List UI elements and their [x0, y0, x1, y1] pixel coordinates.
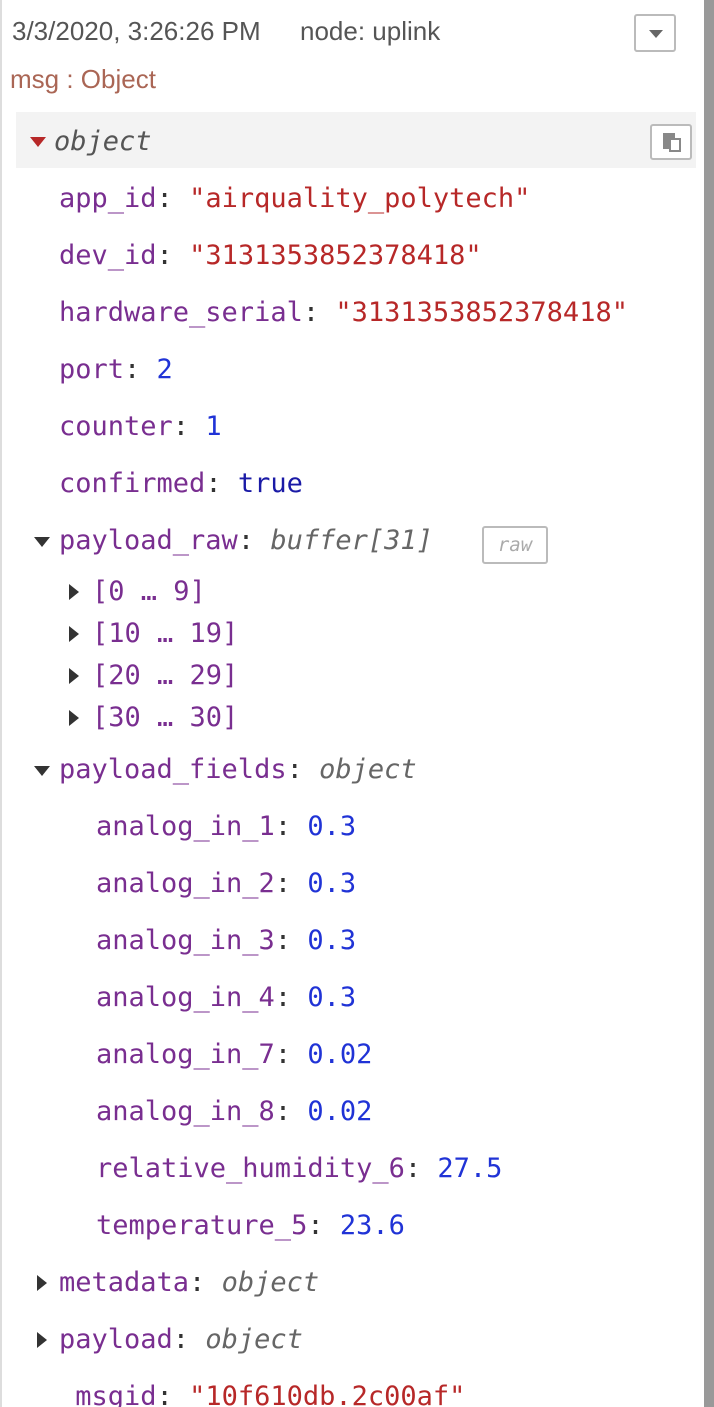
- triangle-right-icon[interactable]: [69, 584, 79, 600]
- property-row-port[interactable]: port: 2: [59, 352, 173, 388]
- buffer-range-item[interactable]: [20 … 29]: [92, 658, 238, 694]
- property-value: 0.3: [307, 925, 357, 956]
- property-row-app-id[interactable]: app_id: "airquality_polytech": [59, 181, 530, 217]
- buffer-range-item[interactable]: [10 … 19]: [92, 616, 238, 652]
- property-value: "3131353852378418": [189, 240, 482, 271]
- property-key: app_id: [59, 183, 157, 214]
- property-value: 2: [156, 354, 173, 385]
- property-row-metadata[interactable]: metadata: object: [59, 1265, 319, 1301]
- payload-field-row[interactable]: relative_humidity_6: 27.5: [96, 1151, 502, 1187]
- chevron-down-icon: [649, 30, 663, 38]
- property-type: object: [221, 1267, 320, 1298]
- triangle-right-icon[interactable]: [37, 1275, 47, 1291]
- property-type: object: [319, 754, 417, 785]
- property-key: analog_in_7: [96, 1039, 275, 1070]
- sidebar-scrollbar[interactable]: [704, 0, 714, 1407]
- payload-field-row[interactable]: analog_in_8: 0.02: [96, 1094, 372, 1130]
- property-key: dev_id: [59, 240, 157, 271]
- property-key: analog_in_3: [96, 925, 275, 956]
- payload-field-row[interactable]: analog_in_4: 0.3: [96, 980, 356, 1016]
- triangle-right-icon[interactable]: [69, 710, 79, 726]
- property-key: payload_raw: [59, 525, 238, 556]
- message-menu-button[interactable]: [634, 14, 676, 52]
- property-key: port: [59, 354, 125, 385]
- property-row-confirmed[interactable]: confirmed: true: [59, 466, 303, 502]
- property-row-hardware-serial[interactable]: hardware_serial: "3131353852378418": [59, 295, 628, 331]
- buffer-range-item[interactable]: [0 … 9]: [92, 574, 206, 610]
- property-key: counter: [59, 411, 173, 442]
- property-type: object: [205, 1324, 303, 1355]
- property-key: _msgid: [59, 1381, 157, 1407]
- copy-value-button[interactable]: [650, 124, 692, 160]
- property-value: 23.6: [339, 1210, 405, 1241]
- triangle-right-icon[interactable]: [69, 626, 79, 642]
- property-key: analog_in_2: [96, 868, 275, 899]
- triangle-down-icon[interactable]: [34, 537, 50, 547]
- raw-format-toggle-button[interactable]: raw: [482, 526, 548, 564]
- property-key: hardware_serial: [59, 297, 303, 328]
- message-timestamp: 3/3/2020, 3:26:26 PM: [12, 16, 261, 46]
- property-key: temperature_5: [96, 1210, 308, 1241]
- property-value: "10f610db.2c00af": [189, 1381, 466, 1407]
- property-row-payload-raw[interactable]: payload_raw: buffer[31]: [59, 523, 433, 559]
- property-row-counter[interactable]: counter: 1: [59, 409, 222, 445]
- property-key: payload: [59, 1324, 173, 1355]
- property-value: "airquality_polytech": [189, 183, 531, 214]
- property-row-payload[interactable]: payload: object: [59, 1322, 303, 1358]
- property-value: 0.3: [307, 811, 357, 842]
- property-value: 0.3: [307, 982, 357, 1013]
- property-value: 27.5: [437, 1153, 503, 1184]
- message-topic-label: msg : Object: [10, 64, 156, 94]
- payload-field-row[interactable]: analog_in_3: 0.3: [96, 923, 356, 959]
- message-node-link[interactable]: node: uplink: [300, 16, 440, 47]
- payload-field-row[interactable]: analog_in_1: 0.3: [96, 809, 356, 845]
- triangle-right-icon[interactable]: [37, 1332, 47, 1348]
- property-row-payload-fields[interactable]: payload_fields: object: [59, 752, 417, 788]
- property-type: buffer[31]: [270, 525, 433, 556]
- property-value: "3131353852378418": [335, 297, 628, 328]
- property-row-msgid[interactable]: _msgid: "10f610db.2c00af": [59, 1379, 465, 1407]
- triangle-down-icon[interactable]: [30, 137, 46, 147]
- property-key: analog_in_4: [96, 982, 275, 1013]
- property-key: relative_humidity_6: [96, 1153, 405, 1184]
- property-value: true: [237, 468, 303, 499]
- buffer-range-item[interactable]: [30 … 30]: [92, 700, 238, 736]
- property-value: 1: [205, 411, 222, 442]
- payload-field-row[interactable]: analog_in_7: 0.02: [96, 1037, 372, 1073]
- triangle-right-icon[interactable]: [69, 668, 79, 684]
- payload-field-row[interactable]: analog_in_2: 0.3: [96, 866, 356, 902]
- property-key: metadata: [59, 1267, 190, 1298]
- property-value: 0.3: [307, 868, 357, 899]
- property-row-dev-id[interactable]: dev_id: "3131353852378418": [59, 238, 482, 274]
- debug-message-panel: 3/3/2020, 3:26:26 PM node: uplink msg : …: [0, 0, 704, 1407]
- root-object-type[interactable]: object: [54, 124, 152, 160]
- property-value: 0.02: [307, 1039, 373, 1070]
- property-key: payload_fields: [59, 754, 287, 785]
- property-key: analog_in_1: [96, 811, 275, 842]
- property-value: 0.02: [307, 1096, 373, 1127]
- triangle-down-icon[interactable]: [34, 766, 50, 776]
- payload-field-row[interactable]: temperature_5: 23.6: [96, 1208, 405, 1244]
- property-key: analog_in_8: [96, 1096, 275, 1127]
- property-key: confirmed: [59, 468, 206, 499]
